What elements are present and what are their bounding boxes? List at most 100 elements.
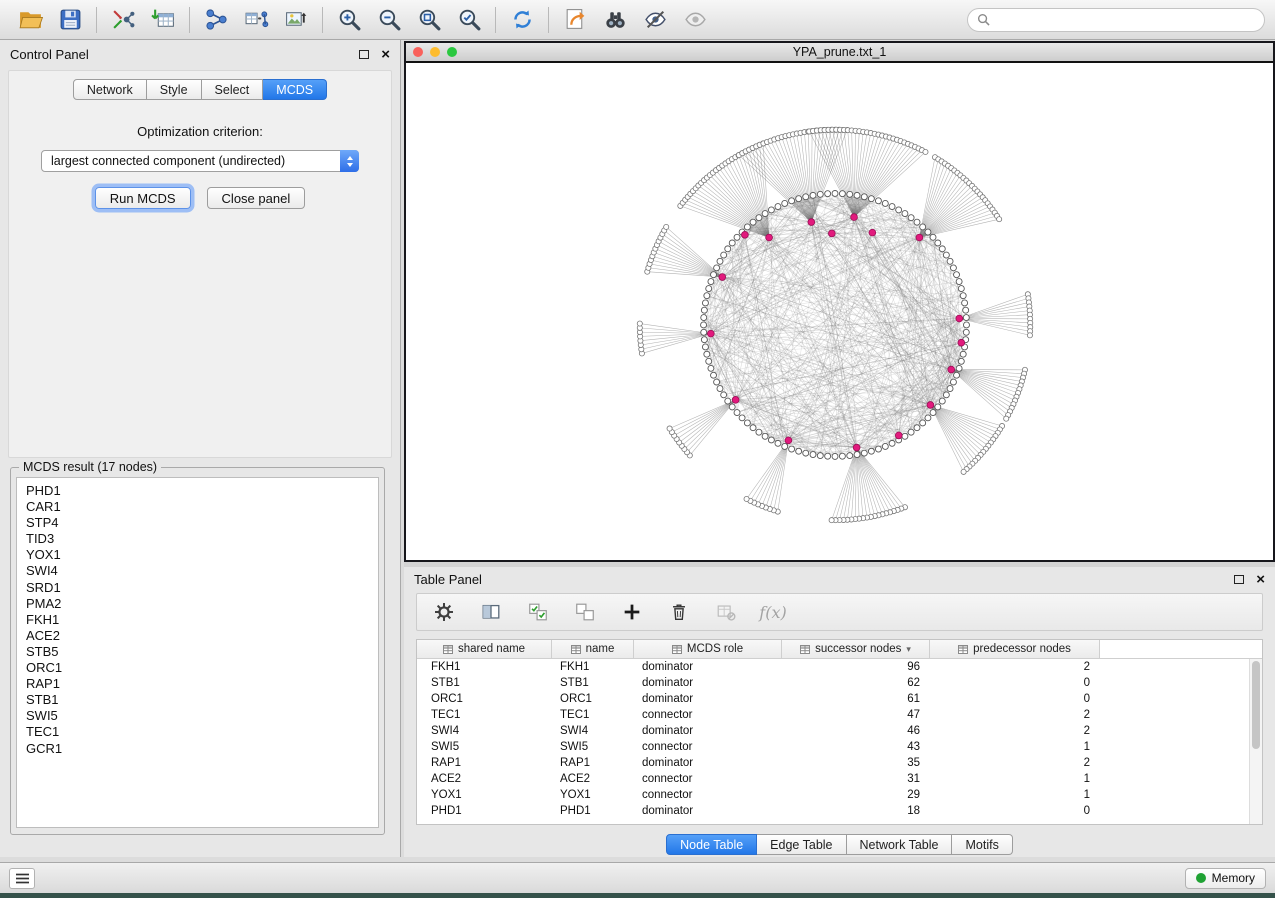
table-row[interactable]: YOX1 YOX1 connector 29 1 bbox=[417, 787, 1262, 803]
cell-predecessor-nodes: 2 bbox=[930, 709, 1100, 721]
plus-icon bbox=[621, 601, 643, 623]
table-row[interactable]: STB1 STB1 dominator 62 0 bbox=[417, 675, 1262, 691]
sort-indicator-icon[interactable]: ▾ bbox=[906, 644, 911, 655]
cell-predecessor-nodes: 1 bbox=[930, 741, 1100, 753]
open-session-button[interactable] bbox=[10, 3, 50, 37]
network-canvas[interactable] bbox=[406, 65, 1273, 560]
table-scrollbar-thumb[interactable] bbox=[1252, 661, 1260, 749]
delete-column-button[interactable] bbox=[666, 599, 692, 625]
table-row[interactable]: ORC1 ORC1 dominator 61 0 bbox=[417, 691, 1262, 707]
zoom-fit-button[interactable] bbox=[409, 3, 449, 37]
column-header[interactable]: successor nodes ▾ bbox=[782, 640, 930, 658]
table-panel-title: Table Panel bbox=[414, 572, 482, 587]
toolbar-separator bbox=[548, 7, 549, 33]
cell-successor-nodes: 31 bbox=[782, 773, 930, 785]
table-row[interactable]: PHD1 PHD1 dominator 18 0 bbox=[417, 803, 1262, 819]
table-row[interactable]: ACE2 ACE2 connector 31 1 bbox=[417, 771, 1262, 787]
column-header[interactable]: predecessor nodes ▾ bbox=[930, 640, 1100, 658]
show-all-button[interactable] bbox=[675, 3, 715, 37]
cell-predecessor-nodes: 0 bbox=[930, 805, 1100, 817]
mcds-result-item[interactable]: SWI5 bbox=[26, 708, 378, 724]
table-mode-button[interactable] bbox=[431, 599, 457, 625]
mcds-result-item[interactable]: ORC1 bbox=[26, 660, 378, 676]
mcds-result-item[interactable]: FKH1 bbox=[26, 612, 378, 628]
table-panel-tab[interactable]: Network Table bbox=[847, 834, 953, 855]
mcds-result-item[interactable]: ACE2 bbox=[26, 628, 378, 644]
table-row[interactable]: RAP1 RAP1 dominator 35 2 bbox=[417, 755, 1262, 771]
network-nodes-icon bbox=[204, 7, 229, 32]
mcds-result-item[interactable]: STP4 bbox=[26, 515, 378, 531]
control-panel-tab[interactable]: Select bbox=[202, 79, 264, 100]
column-header[interactable]: MCDS role ▾ bbox=[634, 640, 782, 658]
mcds-result-item[interactable]: RAP1 bbox=[26, 676, 378, 692]
mcds-result-list[interactable]: PHD1 CAR1 STP4 TID3 YOX1 SWI4 SRD1 PMA2 … bbox=[16, 477, 379, 828]
zoom-out-button[interactable] bbox=[369, 3, 409, 37]
export-network-button[interactable] bbox=[555, 3, 595, 37]
column-header[interactable]: name ▾ bbox=[552, 640, 634, 658]
cell-shared-name: ORC1 bbox=[417, 693, 552, 705]
close-table-panel-icon[interactable]: × bbox=[1256, 572, 1265, 587]
cell-mcds-role: connector bbox=[634, 709, 782, 721]
table-panel-tab[interactable]: Edge Table bbox=[757, 834, 846, 855]
cell-name: RAP1 bbox=[552, 757, 634, 769]
hide-selected-button[interactable] bbox=[635, 3, 675, 37]
cytoscape-window: Control Panel × Network Style Select MCD… bbox=[0, 0, 1275, 893]
cell-shared-name: YOX1 bbox=[417, 789, 552, 801]
status-menu-button[interactable] bbox=[9, 868, 35, 889]
mcds-result-item[interactable]: PHD1 bbox=[26, 483, 378, 499]
mcds-result-item[interactable]: STB1 bbox=[26, 692, 378, 708]
select-all-button[interactable] bbox=[525, 599, 551, 625]
table-row[interactable]: FKH1 FKH1 dominator 96 2 bbox=[417, 659, 1262, 675]
close-panel-button[interactable]: Close panel bbox=[207, 187, 306, 209]
deselect-all-button[interactable] bbox=[572, 599, 598, 625]
table-panel-tab[interactable]: Node Table bbox=[666, 834, 757, 855]
function-builder-button[interactable]: f(x) bbox=[760, 599, 786, 625]
cell-name: ACE2 bbox=[552, 773, 634, 785]
create-column-button[interactable] bbox=[619, 599, 645, 625]
mcds-result-item[interactable]: TID3 bbox=[26, 531, 378, 547]
save-session-button[interactable] bbox=[50, 3, 90, 37]
control-panel-tab[interactable]: Style bbox=[147, 79, 202, 100]
table-panel-tab[interactable]: Motifs bbox=[952, 834, 1012, 855]
memory-button[interactable]: Memory bbox=[1185, 868, 1266, 889]
table-row[interactable]: SWI5 SWI5 connector 43 1 bbox=[417, 739, 1262, 755]
mcds-panel-content: Network Style Select MCDS Optimization c… bbox=[8, 70, 392, 458]
mcds-result-item[interactable]: TEC1 bbox=[26, 724, 378, 740]
network-from-table-button[interactable] bbox=[236, 3, 276, 37]
table-row[interactable]: TEC1 TEC1 connector 47 2 bbox=[417, 707, 1262, 723]
search-input[interactable] bbox=[995, 13, 1255, 27]
close-panel-icon[interactable]: × bbox=[381, 47, 390, 62]
column-header[interactable]: shared name ▾ bbox=[417, 640, 552, 658]
zoom-in-button[interactable] bbox=[329, 3, 369, 37]
table-scrollbar[interactable] bbox=[1249, 659, 1262, 824]
attribute-grid-icon bbox=[800, 645, 810, 654]
zoom-selected-button[interactable] bbox=[449, 3, 489, 37]
first-neighbors-button[interactable] bbox=[595, 3, 635, 37]
import-network-button[interactable] bbox=[103, 3, 143, 37]
apply-layout-button[interactable] bbox=[502, 3, 542, 37]
delete-table-button[interactable] bbox=[713, 599, 739, 625]
cell-mcds-role: dominator bbox=[634, 805, 782, 817]
show-columns-button[interactable] bbox=[478, 599, 504, 625]
float-panel-icon[interactable] bbox=[359, 50, 369, 59]
cell-successor-nodes: 96 bbox=[782, 661, 930, 673]
mcds-result-item[interactable]: GCR1 bbox=[26, 741, 378, 757]
zoom-selected-icon bbox=[457, 7, 482, 32]
new-network-button[interactable] bbox=[196, 3, 236, 37]
network-graph[interactable] bbox=[406, 65, 1273, 560]
control-panel-tab[interactable]: Network bbox=[73, 79, 147, 100]
network-view-titlebar[interactable]: YPA_prune.txt_1 bbox=[406, 43, 1273, 63]
mcds-result-item[interactable]: CAR1 bbox=[26, 499, 378, 515]
mcds-result-item[interactable]: STB5 bbox=[26, 644, 378, 660]
criterion-select[interactable]: largest connected component (undirected) bbox=[41, 150, 359, 172]
import-table-button[interactable] bbox=[143, 3, 183, 37]
run-mcds-button[interactable]: Run MCDS bbox=[95, 187, 191, 209]
float-table-panel-icon[interactable] bbox=[1234, 575, 1244, 584]
table-row[interactable]: SWI4 SWI4 dominator 46 2 bbox=[417, 723, 1262, 739]
control-panel-tab[interactable]: MCDS bbox=[263, 79, 327, 100]
mcds-result-item[interactable]: SRD1 bbox=[26, 580, 378, 596]
mcds-result-item[interactable]: YOX1 bbox=[26, 547, 378, 563]
export-image-button[interactable] bbox=[276, 3, 316, 37]
mcds-result-item[interactable]: SWI4 bbox=[26, 563, 378, 579]
mcds-result-item[interactable]: PMA2 bbox=[26, 596, 378, 612]
